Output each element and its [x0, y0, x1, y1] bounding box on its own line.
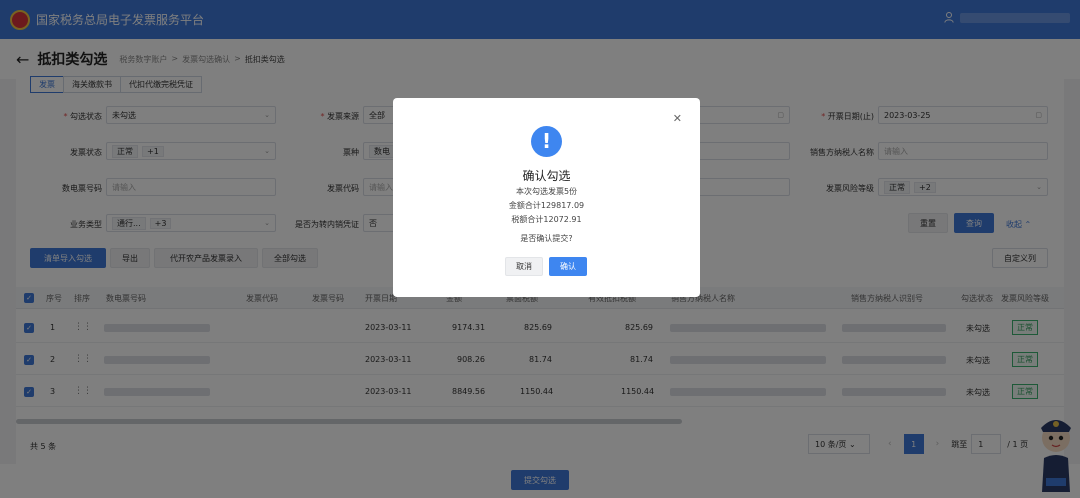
dialog-amount-total: 金额合计129817.09: [508, 201, 585, 210]
dialog-question: 是否确认提交?: [520, 234, 573, 243]
close-icon[interactable]: ✕: [673, 112, 682, 125]
dialog-tax-total: 税额合计12072.91: [511, 215, 582, 224]
exclamation-icon: !: [531, 126, 562, 157]
cancel-button[interactable]: 取消: [505, 257, 543, 276]
confirm-check-dialog: ✕ ! 确认勾选 本次勾选发票5份 金额合计129817.09 税额合计1207…: [393, 98, 700, 297]
dialog-count: 本次勾选发票5份: [515, 187, 578, 196]
confirm-button[interactable]: 确认: [549, 257, 587, 276]
dialog-title: 确认勾选: [522, 169, 571, 183]
